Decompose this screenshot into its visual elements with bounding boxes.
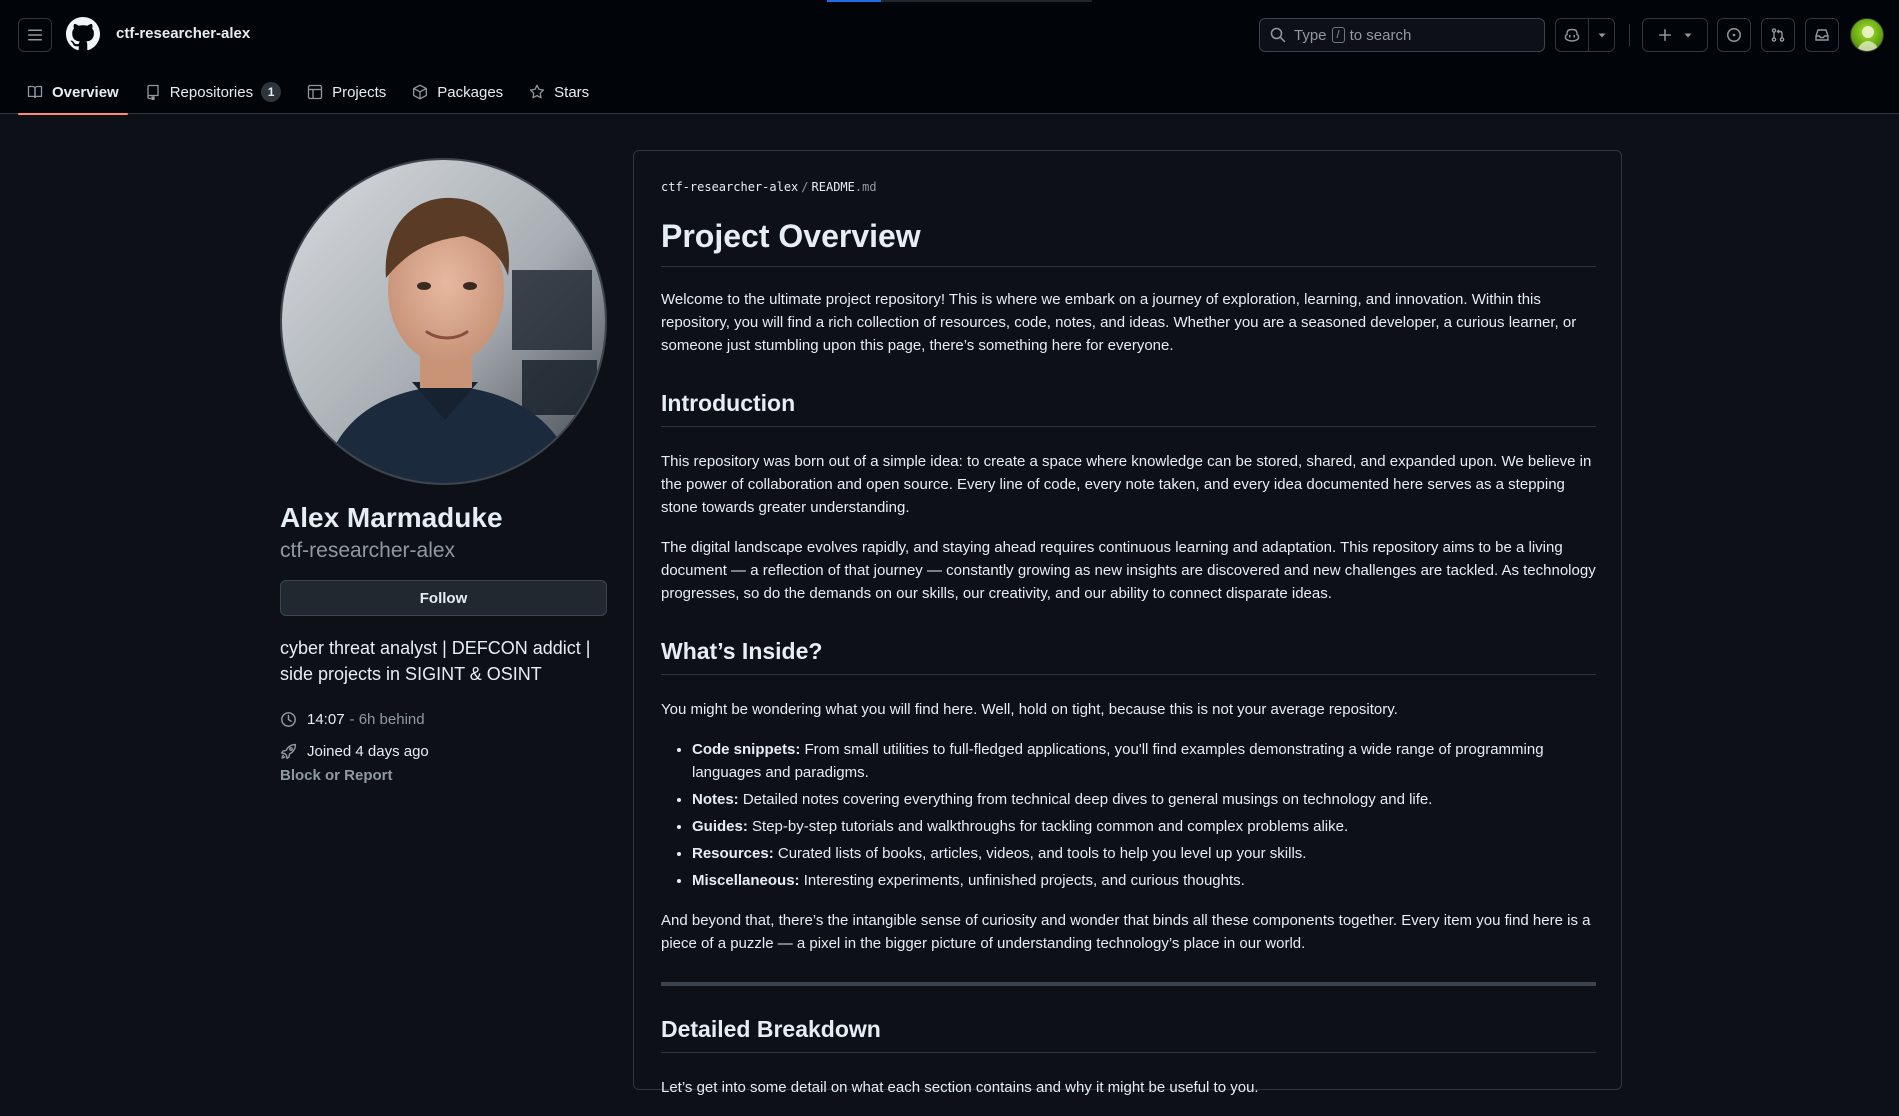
follow-button[interactable]: Follow	[280, 580, 607, 616]
introduction-paragraph-1: This repository was born out of a simple…	[661, 453, 1592, 516]
profile-bio: cyber threat analyst | DEFCON addict | s…	[280, 638, 591, 684]
contents-list: Code snippets: From small utilities to f…	[692, 738, 1596, 892]
readme-owner-link[interactable]: ctf-researcher-alex	[661, 180, 798, 194]
table-icon	[307, 84, 323, 100]
readme-file-extension: .md	[854, 180, 877, 194]
tab-label: Packages	[437, 83, 504, 101]
copilot-button[interactable]	[1556, 19, 1589, 51]
list-item: Notes: Detailed notes covering everythin…	[692, 788, 1596, 811]
readme-breadcrumb: ctf-researcher-alex / README.md	[661, 180, 877, 194]
profile-username: ctf-researcher-alex	[280, 539, 456, 562]
list-item-term: Resources:	[692, 845, 774, 862]
beyond-paragraph: And beyond that, there’s the intangible …	[661, 912, 1591, 952]
github-logo-icon[interactable]	[66, 17, 100, 51]
heading-detailed-breakdown: Detailed Breakdown	[661, 1013, 1596, 1053]
breadcrumb-separator: /	[801, 180, 809, 194]
search-placeholder-suffix: to search	[1349, 26, 1412, 44]
profile-tabs: Overview Repositories 1 Projects Package…	[18, 70, 606, 115]
list-item-text: Detailed notes covering everything from …	[742, 791, 1433, 808]
create-new-button[interactable]	[1642, 18, 1708, 52]
introduction-paragraph-2: The digital landscape evolves rapidly, a…	[661, 539, 1596, 602]
join-date: Joined 4 days ago	[280, 743, 429, 760]
local-time-value: 14:07	[307, 711, 345, 728]
search-icon	[1270, 27, 1286, 43]
readme-file-link[interactable]: README	[812, 180, 855, 194]
tab-label: Projects	[332, 83, 387, 101]
list-item-term: Guides:	[692, 818, 748, 835]
issues-button[interactable]	[1717, 18, 1751, 52]
triangle-down-icon	[1598, 33, 1605, 38]
tab-label: Overview	[52, 83, 119, 101]
rocket-icon	[280, 743, 297, 760]
tab-label: Stars	[554, 83, 590, 101]
local-time: 14:07 - 6h behind	[280, 711, 425, 728]
block-or-report-link[interactable]: Block or Report	[280, 767, 393, 784]
readme-content: Project Overview Welcome to the ultimate…	[661, 215, 1596, 1116]
copilot-button-group	[1555, 18, 1615, 52]
profile-full-name: Alex Marmaduke	[280, 502, 503, 533]
clock-icon	[281, 712, 296, 727]
profile-avatar[interactable]	[280, 158, 607, 485]
list-item: Guides: Step-by-step tutorials and walkt…	[692, 815, 1596, 838]
heading-introduction: Introduction	[661, 387, 1596, 427]
star-icon	[530, 84, 545, 99]
heading-whats-inside: What’s Inside?	[661, 635, 1596, 675]
tab-projects[interactable]: Projects	[298, 70, 395, 114]
search-input[interactable]: Type / to search	[1259, 18, 1545, 52]
tab-packages[interactable]: Packages	[403, 70, 512, 114]
user-avatar-button[interactable]	[1850, 18, 1884, 52]
tab-overview[interactable]: Overview	[18, 70, 128, 115]
whats-inside-paragraph: You might be wondering what you will fin…	[661, 701, 1398, 718]
list-item: Resources: Curated lists of books, artic…	[692, 842, 1596, 865]
readme-intro-paragraph: Welcome to the ultimate project reposito…	[661, 291, 1577, 354]
list-item-text: Curated lists of books, articles, videos…	[777, 845, 1307, 862]
pull-requests-button[interactable]	[1761, 18, 1795, 52]
plus-icon	[1659, 29, 1671, 41]
list-item-text: From small utilities to full-fledged app…	[692, 741, 1544, 781]
list-item: Code snippets: From small utilities to f…	[692, 738, 1596, 784]
top-bar: ctf-researcher-alex Type / to search	[0, 0, 1899, 70]
list-item-text: Interesting experiments, unfinished proj…	[803, 872, 1245, 889]
hamburger-icon	[28, 29, 42, 41]
package-icon	[413, 84, 428, 100]
book-icon	[27, 85, 43, 99]
app-header: ctf-researcher-alex Type / to search Ove…	[0, 0, 1899, 115]
header-divider	[1629, 24, 1630, 46]
hamburger-menu-button[interactable]	[18, 18, 52, 52]
list-item-term: Notes:	[692, 791, 739, 808]
list-item-text: Step-by-step tutorials and walkthroughs …	[752, 818, 1349, 835]
tab-stars[interactable]: Stars	[520, 70, 598, 114]
list-item-term: Miscellaneous:	[692, 872, 800, 889]
horizontal-rule	[661, 982, 1596, 986]
inbox-icon	[1815, 29, 1829, 41]
header-owner-link[interactable]: ctf-researcher-alex	[116, 25, 250, 42]
repositories-count-badge: 1	[261, 82, 282, 102]
search-placeholder-prefix: Type	[1294, 26, 1327, 44]
readme-title: Project Overview	[661, 215, 1596, 267]
avatar-image-icon	[1857, 26, 1879, 51]
repo-icon	[147, 84, 159, 100]
inbox-button[interactable]	[1805, 18, 1839, 52]
issue-opened-icon	[1727, 28, 1741, 42]
breakdown-paragraph: Let’s get into some detail on what each …	[661, 1079, 1259, 1096]
join-date-text: Joined 4 days ago	[307, 743, 429, 760]
list-item-term: Code snippets:	[692, 741, 801, 758]
tab-label: Repositories	[169, 83, 254, 101]
profile-photo-image	[282, 160, 605, 483]
list-item: Miscellaneous: Interesting experiments, …	[692, 869, 1596, 892]
time-offset: - 6h behind	[349, 711, 425, 728]
copilot-icon	[1564, 28, 1580, 42]
profile-readme-card: ctf-researcher-alex / README.md Project Ov…	[633, 150, 1622, 1096]
git-pull-request-icon	[1771, 28, 1785, 42]
search-shortcut-key: /	[1331, 27, 1345, 43]
tab-repositories[interactable]: Repositories 1	[136, 70, 290, 114]
triangle-down-icon	[1684, 33, 1692, 38]
copilot-dropdown-button[interactable]	[1589, 19, 1614, 51]
